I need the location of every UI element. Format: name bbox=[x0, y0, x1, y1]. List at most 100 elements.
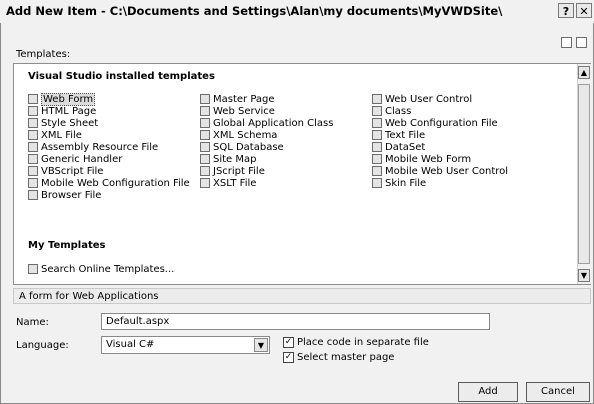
template-item[interactable]: Site Map bbox=[200, 154, 333, 166]
template-column-3: Web User Control Class Web Configuration… bbox=[372, 94, 508, 190]
language-value: Visual C# bbox=[106, 339, 155, 350]
template-item[interactable]: Text File bbox=[372, 130, 508, 142]
template-label: Web User Control bbox=[385, 94, 473, 105]
place-code-checkbox[interactable]: ✓ bbox=[283, 337, 294, 348]
template-label: SQL Database bbox=[213, 142, 284, 153]
template-item[interactable]: Global Application Class bbox=[200, 118, 333, 130]
scroll-thumb[interactable] bbox=[578, 84, 590, 264]
web-form-icon bbox=[28, 94, 38, 104]
template-item[interactable]: VBScript File bbox=[28, 166, 190, 178]
master-page-label: Select master page bbox=[297, 352, 395, 363]
place-code-label: Place code in separate file bbox=[297, 337, 429, 348]
help-button[interactable]: ? bbox=[558, 3, 574, 18]
search-online-icon bbox=[28, 264, 38, 274]
style-sheet-icon bbox=[28, 118, 38, 128]
template-item[interactable]: Assembly Resource File bbox=[28, 142, 190, 154]
template-item[interactable]: XML Schema bbox=[200, 130, 333, 142]
template-label: VBScript File bbox=[41, 166, 104, 177]
template-label: XML Schema bbox=[213, 130, 278, 141]
web-service-icon bbox=[200, 106, 210, 116]
templates-label-text: Templates: bbox=[16, 49, 71, 60]
assembly-resource-icon bbox=[28, 142, 38, 152]
installed-templates-heading: Visual Studio installed templates bbox=[28, 71, 215, 82]
xml-schema-icon bbox=[200, 130, 210, 140]
template-item[interactable]: JScript File bbox=[200, 166, 333, 178]
template-item[interactable]: Web Form bbox=[28, 93, 190, 106]
template-item[interactable]: Master Page bbox=[200, 94, 333, 106]
add-button[interactable]: Add bbox=[458, 382, 518, 402]
global-app-class-icon bbox=[200, 118, 210, 128]
templates-label: Templates: bbox=[16, 49, 70, 60]
template-item[interactable]: XML File bbox=[28, 130, 190, 142]
class-icon bbox=[372, 106, 382, 116]
web-user-control-icon bbox=[372, 94, 382, 104]
template-label: JScript File bbox=[213, 166, 265, 177]
xslt-file-icon bbox=[200, 178, 210, 188]
jscript-file-icon bbox=[200, 166, 210, 176]
template-column-1: Web Form HTML Page Style Sheet XML File … bbox=[28, 93, 190, 202]
template-label: Generic Handler bbox=[41, 154, 123, 165]
master-page-checkbox[interactable]: ✓ bbox=[283, 352, 294, 363]
template-item[interactable]: SQL Database bbox=[200, 142, 333, 154]
skin-file-icon bbox=[372, 178, 382, 188]
template-label: Master Page bbox=[213, 94, 275, 105]
html-page-icon bbox=[28, 106, 38, 116]
template-item[interactable]: Skin File bbox=[372, 178, 508, 190]
template-label: XML File bbox=[41, 130, 82, 141]
templates-list[interactable]: Visual Studio installed templates Web Fo… bbox=[13, 63, 591, 285]
cancel-button[interactable]: Cancel bbox=[526, 382, 590, 402]
title-bar: Add New Item - C:\Documents and Settings… bbox=[0, 0, 594, 24]
template-item[interactable]: Style Sheet bbox=[28, 118, 190, 130]
template-item[interactable]: Web User Control bbox=[372, 94, 508, 106]
view-small-icons-icon[interactable] bbox=[576, 37, 587, 48]
template-description: A form for Web Applications bbox=[13, 288, 591, 304]
template-column-2: Master Page Web Service Global Applicati… bbox=[200, 94, 333, 190]
sql-database-icon bbox=[200, 142, 210, 152]
template-item[interactable]: Mobile Web Form bbox=[372, 154, 508, 166]
close-button[interactable]: ✕ bbox=[576, 3, 592, 18]
template-item[interactable]: Mobile Web User Control bbox=[372, 166, 508, 178]
language-label: Language: bbox=[16, 340, 69, 351]
template-item[interactable]: Browser File bbox=[28, 190, 190, 202]
dropdown-arrow-icon[interactable]: ▼ bbox=[254, 338, 268, 352]
template-label: Assembly Resource File bbox=[41, 142, 159, 153]
template-label: Global Application Class bbox=[213, 118, 334, 129]
web-config-icon bbox=[372, 118, 382, 128]
browser-file-icon bbox=[28, 190, 38, 200]
template-item[interactable]: Mobile Web Configuration File bbox=[28, 178, 190, 190]
master-page-icon bbox=[200, 94, 210, 104]
search-online-templates-item[interactable]: Search Online Templates... bbox=[28, 264, 174, 276]
template-item[interactable]: Generic Handler bbox=[28, 154, 190, 166]
template-item[interactable]: XSLT File bbox=[200, 178, 333, 190]
template-label: Web Form bbox=[41, 93, 96, 106]
template-item[interactable]: Web Configuration File bbox=[372, 118, 508, 130]
scroll-up-icon[interactable]: ▲ bbox=[578, 66, 590, 79]
view-large-icons-icon[interactable] bbox=[561, 37, 572, 48]
template-label: HTML Page bbox=[41, 106, 97, 117]
checkmark-icon: ✓ bbox=[284, 352, 293, 362]
list-scrollbar[interactable]: ▲ ▼ bbox=[577, 64, 591, 284]
mobile-web-form-icon bbox=[372, 154, 382, 164]
language-select[interactable]: Visual C# ▼ bbox=[101, 336, 270, 354]
checkmark-icon: ✓ bbox=[284, 337, 293, 347]
name-input[interactable]: Default.aspx bbox=[101, 313, 490, 330]
template-item[interactable]: DataSet bbox=[372, 142, 508, 154]
dataset-icon bbox=[372, 142, 382, 152]
template-item[interactable]: Class bbox=[372, 106, 508, 118]
vbscript-file-icon bbox=[28, 166, 38, 176]
template-item[interactable]: Web Service bbox=[200, 106, 333, 118]
template-label: Mobile Web Form bbox=[385, 154, 472, 165]
my-templates-heading: My Templates bbox=[28, 240, 106, 251]
mobile-user-control-icon bbox=[372, 166, 382, 176]
template-label: Class bbox=[385, 106, 412, 117]
template-label: Site Map bbox=[213, 154, 257, 165]
template-label: Web Service bbox=[213, 106, 275, 117]
scroll-down-icon[interactable]: ▼ bbox=[578, 269, 590, 282]
template-label: Mobile Web Configuration File bbox=[41, 178, 190, 189]
template-label: DataSet bbox=[385, 142, 426, 153]
template-item[interactable]: HTML Page bbox=[28, 106, 190, 118]
template-label: Skin File bbox=[385, 178, 427, 189]
template-label: Browser File bbox=[41, 190, 102, 201]
site-map-icon bbox=[200, 154, 210, 164]
template-label: Text File bbox=[385, 130, 426, 141]
